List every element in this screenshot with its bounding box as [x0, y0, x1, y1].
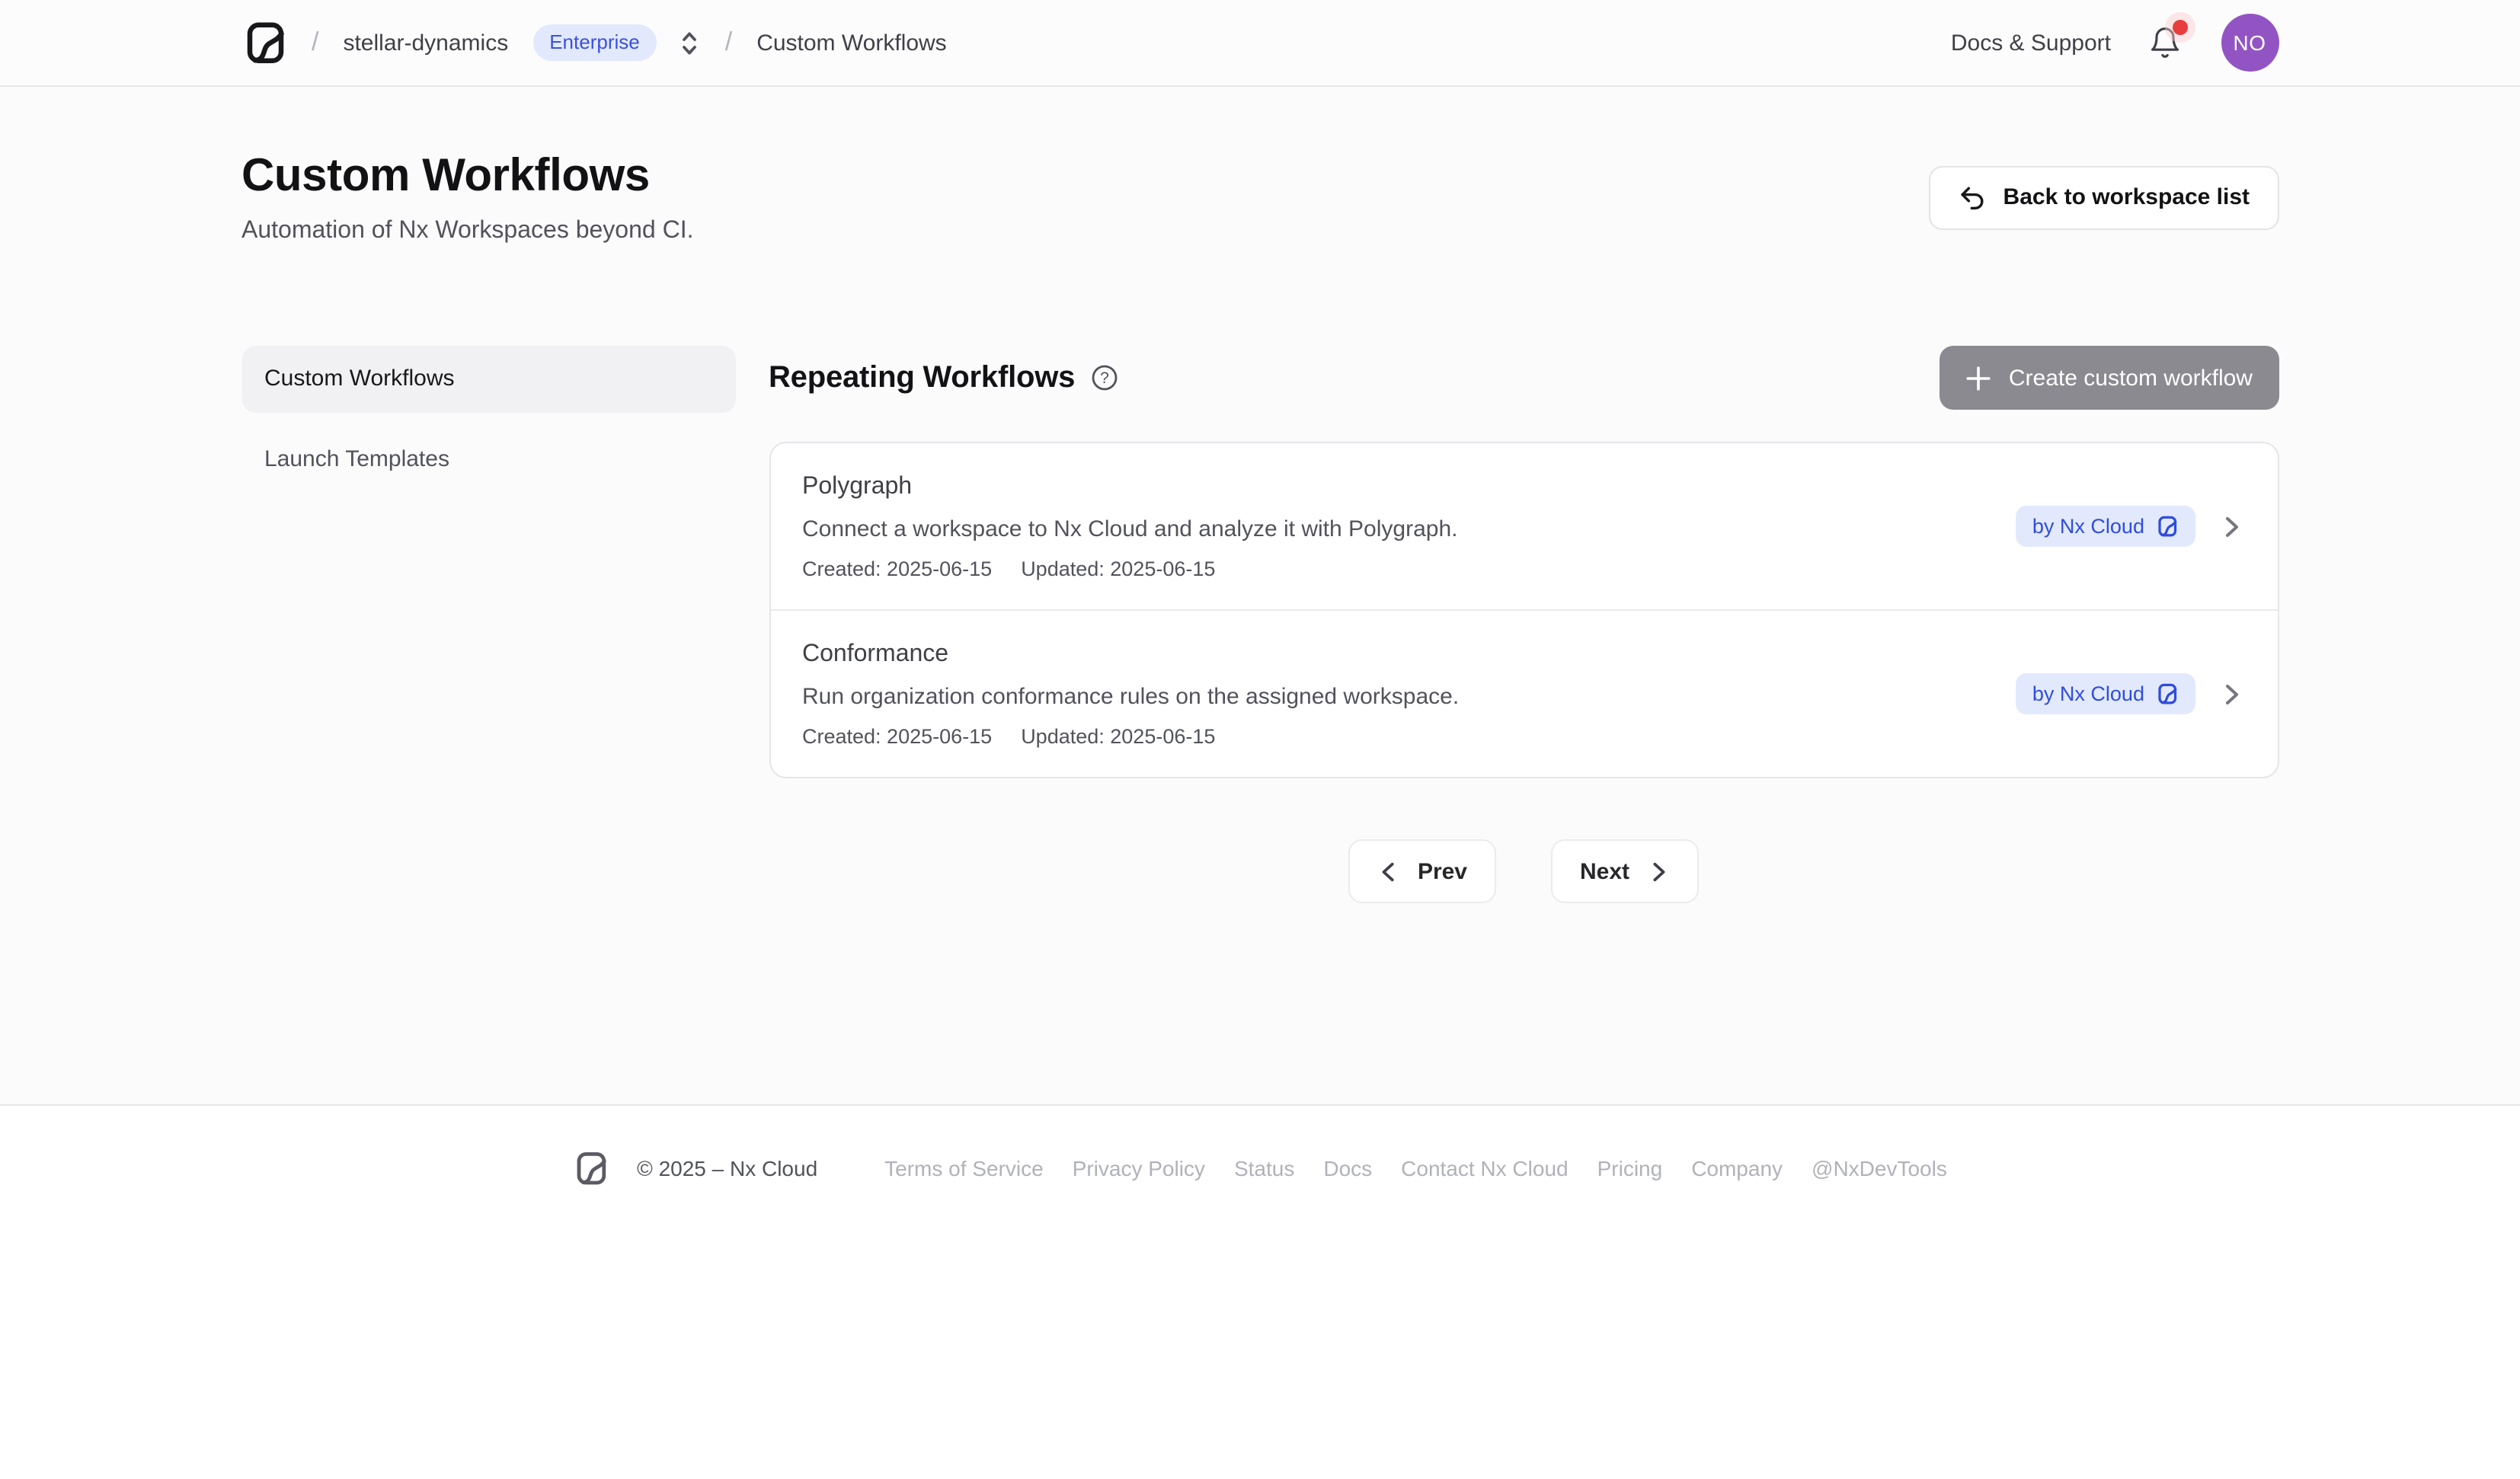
footer: © 2025 – Nx Cloud Terms of Service Priva…	[0, 1106, 2520, 1187]
notifications-button[interactable]	[2147, 26, 2181, 59]
breadcrumb-current-page: Custom Workflows	[756, 30, 947, 56]
user-avatar[interactable]: NO	[2221, 14, 2279, 72]
help-button[interactable]: ?	[1090, 364, 1118, 391]
page-header-text: Custom Workflows Automation of Nx Worksp…	[241, 149, 693, 245]
repeating-workflows-section: Repeating Workflows ?	[769, 346, 2279, 903]
chevron-left-icon	[1378, 860, 1401, 883]
workflow-description: Connect a workspace to Nx Cloud and anal…	[802, 515, 1985, 544]
content-columns: Custom Workflows Launch Templates Repeat…	[241, 346, 2279, 903]
undo-arrow-icon	[1958, 183, 1987, 212]
badge-label: by Nx Cloud	[2032, 513, 2144, 539]
navbar-inner: / stellar-dynamics Enterprise / Custom W…	[241, 14, 2279, 72]
sidebar-item-launch-templates[interactable]: Launch Templates	[241, 426, 735, 494]
pagination: Prev Next	[769, 839, 2279, 903]
footer-link-privacy[interactable]: Privacy Policy	[1073, 1156, 1205, 1180]
settings-sidebar: Custom Workflows Launch Templates	[241, 346, 735, 494]
prev-page-button[interactable]: Prev	[1349, 839, 1496, 903]
footer-link-status[interactable]: Status	[1234, 1156, 1294, 1180]
workflow-created: Created: 2025-06-15	[802, 725, 992, 748]
workflow-meta: Created: 2025-06-15 Updated: 2025-06-15	[802, 725, 1985, 748]
plus-icon	[1966, 365, 1992, 391]
breadcrumb-separator: /	[312, 27, 318, 58]
footer-link-nxdevtools[interactable]: @NxDevTools	[1812, 1156, 1947, 1180]
by-nx-cloud-badge: by Nx Cloud	[2016, 673, 2195, 714]
back-button-label: Back to workspace list	[2004, 184, 2250, 210]
sidebar-item-custom-workflows[interactable]: Custom Workflows	[241, 346, 735, 413]
workflow-row-actions: by Nx Cloud	[2016, 506, 2245, 547]
create-custom-workflow-button[interactable]: Create custom workflow	[1940, 346, 2279, 410]
badge-label: by Nx Cloud	[2032, 681, 2144, 707]
workflow-info: Conformance Run organization conformance…	[802, 640, 1985, 748]
footer-link-pricing[interactable]: Pricing	[1597, 1156, 1663, 1180]
copyright-text: © 2025 – Nx Cloud	[637, 1156, 817, 1180]
breadcrumb-separator: /	[725, 27, 732, 58]
chevron-right-icon[interactable]	[2218, 680, 2245, 708]
nx-logo-icon	[2155, 682, 2178, 705]
next-page-button[interactable]: Next	[1551, 839, 1698, 903]
workflow-created: Created: 2025-06-15	[802, 557, 992, 580]
section-header: Repeating Workflows ?	[769, 346, 2279, 410]
svg-text:?: ?	[1099, 369, 1108, 387]
app-root: / stellar-dynamics Enterprise / Custom W…	[0, 0, 2520, 1479]
docs-support-link[interactable]: Docs & Support	[1951, 30, 2111, 56]
help-circle-icon: ?	[1090, 364, 1118, 391]
workflow-row-conformance[interactable]: Conformance Run organization conformance…	[770, 609, 2277, 777]
page-main: Custom Workflows Automation of Nx Worksp…	[241, 87, 2279, 903]
create-button-label: Create custom workflow	[2009, 365, 2253, 391]
chevron-right-icon	[1646, 860, 1669, 883]
breadcrumb: / stellar-dynamics Enterprise / Custom W…	[241, 20, 947, 65]
workflow-row-actions: by Nx Cloud	[2016, 673, 2245, 714]
back-to-workspace-list-button[interactable]: Back to workspace list	[1929, 165, 2279, 229]
footer-link-contact[interactable]: Contact Nx Cloud	[1401, 1156, 1568, 1180]
page-title: Custom Workflows	[241, 149, 693, 204]
footer-link-docs[interactable]: Docs	[1323, 1156, 1372, 1180]
workflow-updated: Updated: 2025-06-15	[1021, 557, 1215, 580]
by-nx-cloud-badge: by Nx Cloud	[2016, 506, 2195, 547]
footer-link-company[interactable]: Company	[1691, 1156, 1783, 1180]
chevron-up-down-icon	[678, 28, 701, 57]
next-label: Next	[1580, 858, 1629, 884]
nx-logo-icon[interactable]	[241, 20, 287, 65]
workflow-list: Polygraph Connect a workspace to Nx Clou…	[769, 442, 2279, 778]
footer-links: Terms of Service Privacy Policy Status D…	[884, 1156, 1947, 1180]
notification-dot	[2172, 20, 2187, 35]
footer-region: © 2025 – Nx Cloud Terms of Service Priva…	[0, 1106, 2520, 1479]
top-navbar: / stellar-dynamics Enterprise / Custom W…	[0, 0, 2520, 87]
page-top-region: / stellar-dynamics Enterprise / Custom W…	[0, 0, 2520, 1106]
navbar-actions: Docs & Support NO	[1951, 14, 2279, 72]
workflow-description: Run organization conformance rules on th…	[802, 682, 1985, 711]
workflow-meta: Created: 2025-06-15 Updated: 2025-06-15	[802, 557, 1985, 580]
workspace-name[interactable]: stellar-dynamics	[343, 30, 508, 56]
workflow-name: Conformance	[802, 640, 1985, 670]
nx-logo-icon	[573, 1150, 609, 1187]
workflow-updated: Updated: 2025-06-15	[1021, 725, 1215, 748]
workflow-name: Polygraph	[802, 472, 1985, 503]
prev-label: Prev	[1418, 858, 1467, 884]
page-subtitle: Automation of Nx Workspaces beyond CI.	[241, 218, 693, 245]
plan-badge: Enterprise	[532, 24, 657, 61]
nx-logo-icon	[2155, 515, 2178, 538]
workspace-switcher-button[interactable]	[678, 28, 701, 57]
section-title: Repeating Workflows	[769, 360, 1075, 395]
workflow-info: Polygraph Connect a workspace to Nx Clou…	[802, 472, 1985, 580]
page-header: Custom Workflows Automation of Nx Worksp…	[241, 87, 2279, 245]
workflow-row-polygraph[interactable]: Polygraph Connect a workspace to Nx Clou…	[770, 443, 2277, 609]
chevron-right-icon[interactable]	[2218, 513, 2245, 540]
footer-link-terms[interactable]: Terms of Service	[884, 1156, 1044, 1180]
